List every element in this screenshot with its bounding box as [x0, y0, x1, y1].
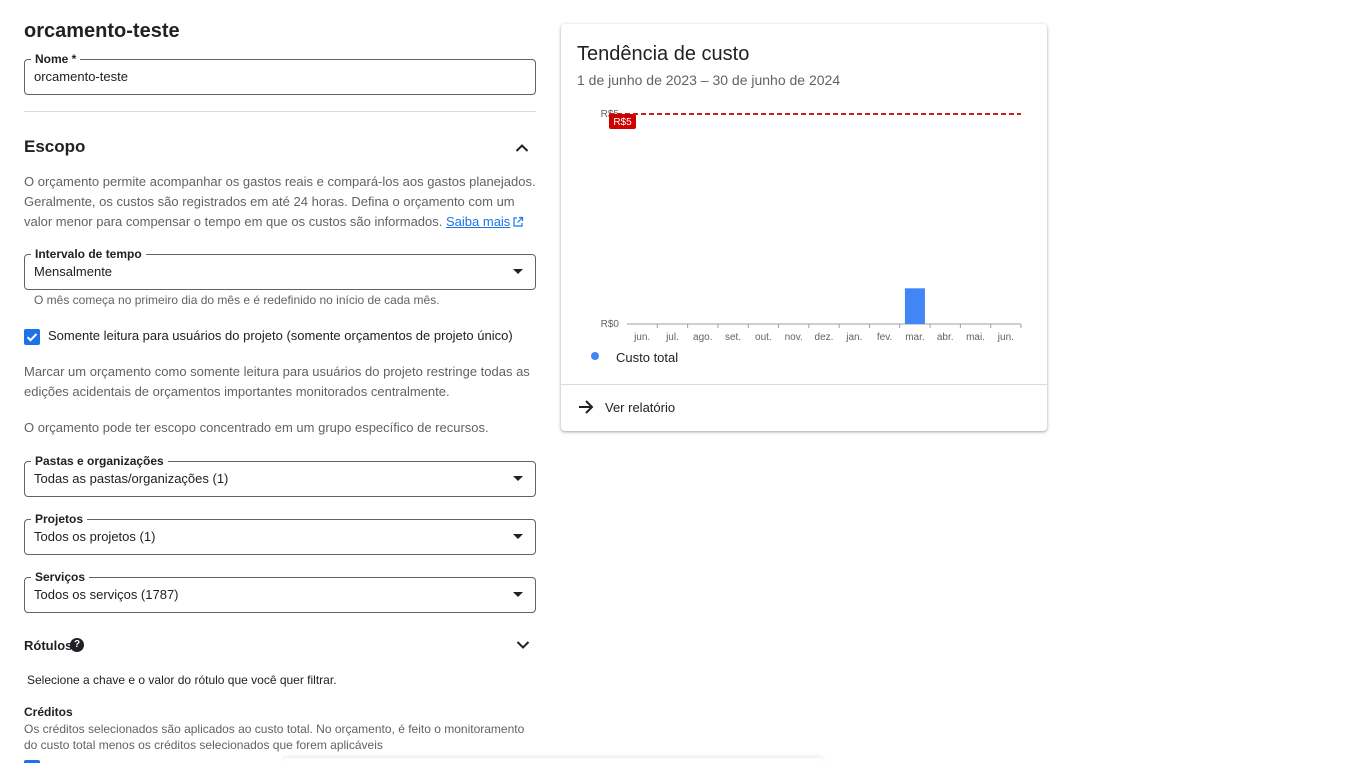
x-tick-label: mar. — [905, 332, 924, 343]
card-date-range: 1 de junho de 2023 – 30 de junho de 2024 — [577, 72, 841, 88]
x-tick-label: jun. — [633, 332, 650, 343]
time-range-select[interactable]: Intervalo de tempo Mensalmente — [24, 247, 536, 290]
x-tick-label: nov. — [785, 332, 803, 343]
scope-heading: Escopo — [24, 137, 86, 156]
card-title: Tendência de custo — [577, 43, 750, 65]
x-tick-label: out. — [755, 332, 772, 343]
section-divider — [24, 111, 536, 112]
readonly-description: Marcar um orçamento como somente leitura… — [24, 364, 530, 399]
x-tick-label: dez. — [815, 332, 834, 343]
x-tick-label: mai. — [966, 332, 985, 343]
credits-description: Os créditos selecionados são aplicados a… — [24, 722, 525, 752]
learn-more-link[interactable]: Saiba mais — [446, 214, 510, 229]
folders-select[interactable]: Pastas e organizações Todas as pastas/or… — [24, 454, 536, 497]
chevron-down-icon[interactable] — [515, 637, 531, 653]
x-tick-label: abr. — [937, 332, 954, 343]
readonly-checkbox-label[interactable]: Somente leitura para usuários do projeto… — [48, 328, 513, 343]
labels-description: Selecione a chave e o valor do rótulo qu… — [27, 673, 337, 687]
x-tick-label: jul. — [665, 332, 679, 343]
cost-bar — [904, 288, 925, 324]
time-range-label: Intervalo de tempo — [31, 247, 146, 261]
x-tick-label: jan. — [845, 332, 862, 343]
help-icon[interactable]: ? — [70, 638, 84, 652]
time-range-helper: O mês começa no primeiro dia do mês e é … — [34, 293, 440, 307]
legend-swatch — [591, 352, 599, 360]
folders-value: Todas as pastas/organizações (1) — [34, 471, 229, 486]
name-field-label: Nome * — [31, 52, 81, 66]
y-tick-label: R$0 — [601, 319, 620, 330]
labels-heading: Rótulos — [24, 638, 73, 653]
page-title: orcamento-teste — [24, 20, 180, 42]
legend-label: Custo total — [616, 350, 679, 365]
name-field-value[interactable]: orcamento-teste — [34, 69, 128, 85]
services-select[interactable]: Serviços Todos os serviços (1787) — [24, 570, 536, 613]
name-field[interactable]: Nome * orcamento-teste — [24, 52, 536, 95]
x-tick-label: jun. — [997, 332, 1014, 343]
card-divider — [561, 384, 1047, 385]
scope-description: O orçamento permite acompanhar os gastos… — [24, 172, 540, 234]
chevron-up-icon[interactable] — [514, 140, 530, 156]
projects-select[interactable]: Projetos Todos os projetos (1) — [24, 512, 536, 555]
arrow-right-icon[interactable] — [577, 398, 595, 416]
x-tick-label: fev. — [877, 332, 892, 343]
dropdown-arrow-icon — [513, 592, 523, 597]
cost-trend-chart: R$0 R$5 jun. jul. ago. set. out. nov. dez. jan. fe… — [601, 109, 1022, 343]
budget-badge-label: R$5 — [613, 117, 632, 128]
bottom-action-bar — [283, 758, 823, 763]
x-tick-label: set. — [725, 332, 741, 343]
readonly-checkbox[interactable] — [24, 329, 40, 345]
budget-edit-page: orcamento-teste Nome * orcamento-teste E… — [0, 0, 1349, 763]
services-label: Serviços — [31, 570, 90, 584]
credits-heading: Créditos — [24, 705, 73, 719]
projects-value: Todos os projetos (1) — [34, 529, 156, 544]
resources-description: O orçamento pode ter escopo concentrado … — [24, 420, 489, 435]
projects-label: Projetos — [31, 512, 88, 526]
time-range-value: Mensalmente — [34, 264, 113, 279]
services-value: Todos os serviços (1787) — [34, 587, 179, 602]
x-tick-label: ago. — [693, 332, 712, 343]
view-report-link[interactable]: Ver relatório — [605, 400, 675, 415]
cost-trend-card: Tendência de custo 1 de junho de 2023 – … — [561, 24, 1047, 431]
dropdown-arrow-icon — [513, 269, 523, 274]
external-link-icon[interactable] — [512, 214, 524, 234]
dropdown-arrow-icon — [513, 534, 523, 539]
dropdown-arrow-icon — [513, 476, 523, 481]
folders-label: Pastas e organizações — [31, 454, 168, 468]
